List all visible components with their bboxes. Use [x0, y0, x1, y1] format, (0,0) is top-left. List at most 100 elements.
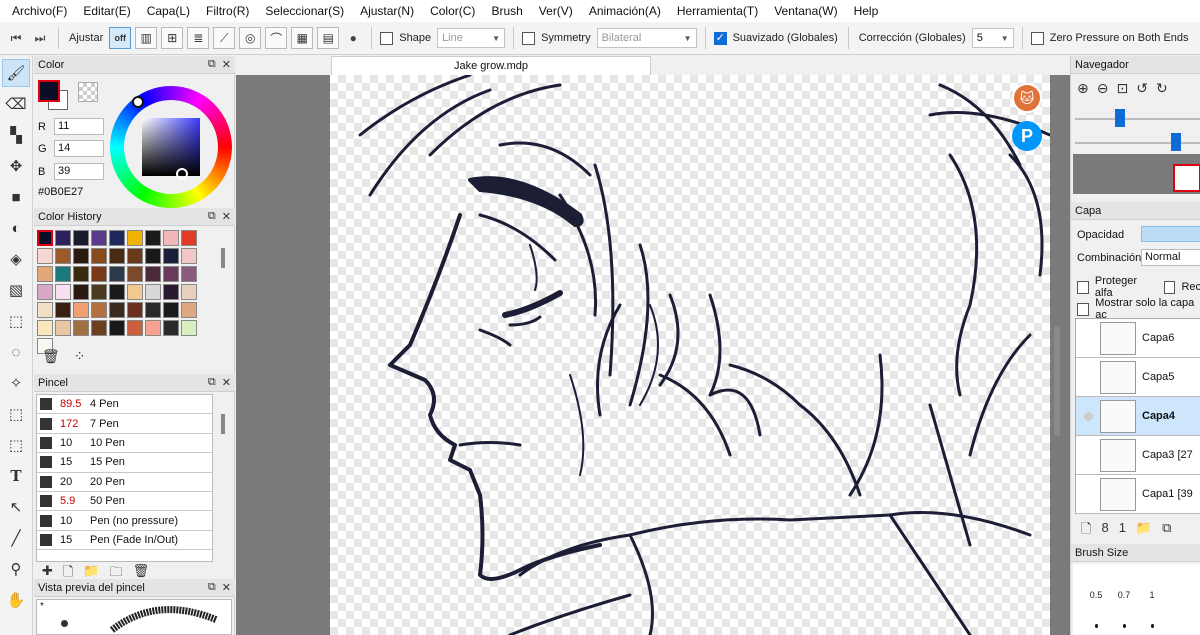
history-swatch[interactable]: [55, 266, 71, 282]
history-swatch[interactable]: [163, 302, 179, 318]
redo-arrow-icon[interactable]: ⏭: [30, 27, 50, 49]
layer-row[interactable]: Capa1 [39: [1076, 475, 1200, 514]
canvas-vertical-scrollbar[interactable]: [1054, 326, 1060, 436]
history-swatch[interactable]: [127, 266, 143, 282]
snap-table-icon[interactable]: ▦: [291, 27, 314, 49]
correccion-select[interactable]: 5 ▼: [971, 28, 1014, 48]
trash-icon[interactable]: 🗑: [42, 348, 60, 365]
close-icon[interactable]: ✕: [222, 58, 231, 71]
show-only-checkbox[interactable]: [1077, 302, 1090, 316]
select-eraser-tool-icon[interactable]: ⬚: [2, 431, 30, 459]
divide-tool-icon[interactable]: ╱: [2, 524, 30, 552]
history-swatch[interactable]: [127, 320, 143, 336]
close-icon[interactable]: ✕: [222, 210, 231, 223]
gradient-tool-icon[interactable]: ▧: [2, 276, 30, 304]
operation-tool-icon[interactable]: ↖: [2, 493, 30, 521]
brush-list-scrollbar[interactable]: [221, 414, 225, 434]
history-swatch[interactable]: [181, 230, 197, 246]
undo-arrow-icon[interactable]: ⏮: [6, 27, 26, 49]
snap-lines-icon[interactable]: ≣: [187, 27, 210, 49]
history-swatch[interactable]: [163, 320, 179, 336]
snap-off-button[interactable]: off: [109, 27, 132, 49]
magic-wand-tool-icon[interactable]: ✧: [2, 369, 30, 397]
symmetry-checkbox[interactable]: [522, 31, 536, 45]
history-swatch[interactable]: [37, 302, 53, 318]
dot-icon[interactable]: ●: [343, 27, 363, 49]
history-swatch[interactable]: [91, 266, 107, 282]
spinner-icon[interactable]: ⁘: [74, 348, 86, 365]
history-swatch[interactable]: [55, 284, 71, 300]
history-swatch[interactable]: [109, 284, 125, 300]
brush-row[interactable]: 15 Pen (Fade In/Out): [37, 531, 212, 551]
menu-item-3[interactable]: Filtro(R): [198, 0, 257, 22]
menu-item-1[interactable]: Editar(E): [75, 0, 138, 22]
color-wheel[interactable]: [110, 86, 232, 208]
snap-grid-icon[interactable]: ⊞: [161, 27, 184, 49]
layer-row[interactable]: Capa5: [1076, 358, 1200, 397]
layer-row[interactable]: Capa3 [27: [1076, 436, 1200, 475]
r-input[interactable]: 11: [54, 118, 104, 135]
new-layer-8bit-icon[interactable]: 8: [1101, 520, 1108, 542]
zoom-out-icon[interactable]: ⊖: [1097, 80, 1109, 97]
snap-circle-icon[interactable]: ◎: [239, 27, 262, 49]
history-swatch[interactable]: [127, 248, 143, 264]
history-swatch[interactable]: [73, 302, 89, 318]
opacity-slider[interactable]: [1141, 226, 1200, 242]
move-tool-icon[interactable]: ✥: [2, 152, 30, 180]
menu-item-9[interactable]: Animación(A): [581, 0, 669, 22]
zoom-fit-icon[interactable]: ⊡: [1116, 80, 1128, 97]
shape-checkbox[interactable]: [380, 31, 394, 45]
history-swatch[interactable]: [181, 302, 197, 318]
rotate-left-icon[interactable]: ↺: [1136, 80, 1148, 97]
hue-marker[interactable]: [132, 96, 144, 108]
new-layer-1bit-icon[interactable]: 1: [1119, 520, 1126, 542]
zoom-slider-thumb[interactable]: [1115, 109, 1125, 127]
g-input[interactable]: 14: [54, 140, 104, 157]
history-swatch[interactable]: [91, 284, 107, 300]
menu-item-7[interactable]: Brush: [483, 0, 530, 22]
fill-bucket-tool-icon[interactable]: ◈: [2, 245, 30, 273]
history-swatch[interactable]: [109, 248, 125, 264]
history-swatch[interactable]: [37, 248, 53, 264]
brush-size-option[interactable]: 1: [1137, 590, 1167, 600]
history-swatch[interactable]: [181, 284, 197, 300]
history-swatch[interactable]: [91, 230, 107, 246]
rotate-right-icon[interactable]: ↻: [1156, 80, 1168, 97]
layer-row[interactable]: Capa6: [1076, 319, 1200, 358]
undock-icon[interactable]: ⧉: [208, 210, 216, 223]
layer-visibility-toggle[interactable]: [1076, 411, 1100, 421]
eraser-tool-icon[interactable]: ⌫: [2, 90, 30, 118]
history-swatch[interactable]: [73, 320, 89, 336]
history-swatch[interactable]: [55, 320, 71, 336]
undock-icon[interactable]: ⧉: [208, 58, 216, 71]
history-swatch[interactable]: [145, 284, 161, 300]
pixiv-logo-icon[interactable]: P: [1012, 121, 1042, 151]
history-swatch[interactable]: [37, 230, 53, 246]
menu-item-2[interactable]: Capa(L): [139, 0, 198, 22]
symmetry-select[interactable]: Bilateral ▼: [596, 28, 697, 48]
new-folder-icon[interactable]: 📁: [1136, 520, 1152, 542]
history-swatch[interactable]: [37, 284, 53, 300]
brush-row[interactable]: 15 15 Pen: [37, 453, 212, 473]
snap-perspective-icon[interactable]: ⟋: [213, 27, 236, 49]
history-swatch[interactable]: [55, 230, 71, 246]
history-swatch[interactable]: [73, 284, 89, 300]
menu-item-11[interactable]: Ventana(W): [766, 0, 845, 22]
history-swatch[interactable]: [163, 248, 179, 264]
snap-curve-icon[interactable]: ⌒: [265, 27, 288, 49]
b-input[interactable]: 39: [54, 163, 104, 180]
history-swatch[interactable]: [109, 230, 125, 246]
drawing-canvas[interactable]: 🐱 P: [330, 75, 1050, 635]
menu-item-10[interactable]: Herramienta(T): [669, 0, 766, 22]
protect-alpha-checkbox[interactable]: [1077, 280, 1089, 294]
hand-tool-icon[interactable]: ✋: [2, 586, 30, 614]
snap-grid2-icon[interactable]: ▤: [317, 27, 340, 49]
sv-marker[interactable]: [176, 168, 188, 180]
undock-icon[interactable]: ⧉: [208, 581, 216, 594]
history-swatch[interactable]: [145, 320, 161, 336]
brush-row[interactable]: 5.9 50 Pen: [37, 492, 212, 512]
history-swatch[interactable]: [127, 230, 143, 246]
history-swatch[interactable]: [55, 248, 71, 264]
select-pen-tool-icon[interactable]: ⬚: [2, 400, 30, 428]
history-swatch[interactable]: [181, 266, 197, 282]
